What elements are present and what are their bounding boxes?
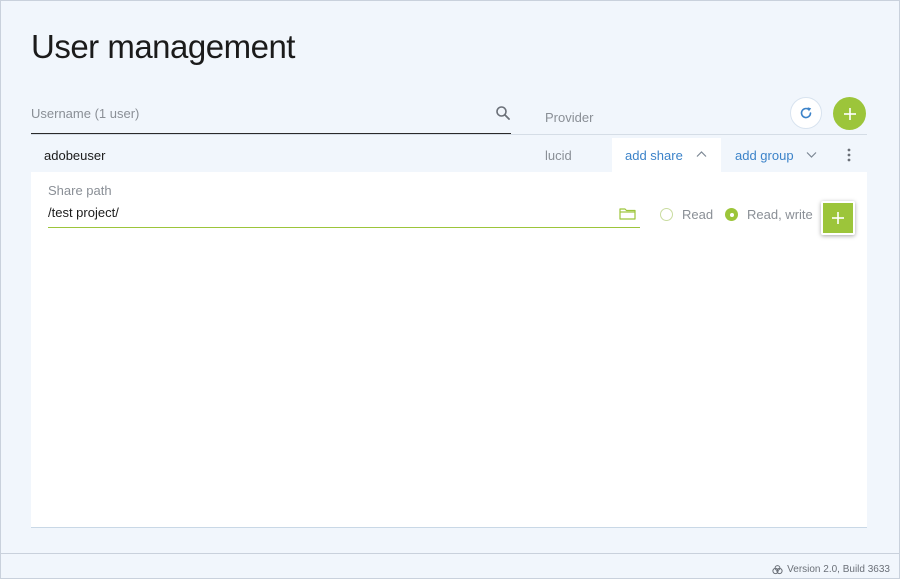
refresh-icon [800,107,812,119]
permission-read-radio[interactable]: Read [660,207,713,222]
folder-icon[interactable] [619,207,636,225]
search-icon[interactable] [495,105,511,121]
share-path-label: Share path [48,183,112,198]
add-user-button[interactable] [833,97,866,130]
permission-read-label: Read [682,207,714,222]
plus-icon [832,212,844,224]
share-path-field [48,201,640,228]
search-bar [31,96,511,134]
page-title: User management [31,28,295,65]
add-share-tab[interactable]: add share [612,138,721,172]
search-input[interactable] [31,96,481,130]
provider-column-header: Provider [545,110,594,125]
permission-read-write-label: Read, write [747,207,813,222]
user-provider: lucid [545,148,572,163]
share-path-input[interactable] [48,201,608,223]
add-share-button[interactable] [821,201,855,235]
more-options-icon[interactable] [841,147,857,163]
plus-icon [843,107,856,120]
radio-checked-icon [725,208,738,221]
radio-unchecked-icon [660,208,673,221]
footer-divider [0,553,900,554]
add-group-label: add group [735,148,794,163]
brand-logo-icon [772,564,783,574]
permission-read-write-radio[interactable]: Read, write [725,207,813,222]
chevron-up-icon [696,151,707,157]
add-share-panel: Share path Read Read, write [31,172,867,528]
refresh-button[interactable] [790,97,822,129]
add-group-tab[interactable]: add group [724,138,824,172]
user-name: adobeuser [44,148,106,163]
add-share-label: add share [625,148,683,163]
version-text: Version 2.0, Build 3633 [787,564,890,575]
table-row: adobeuser lucid add share add group [31,138,867,172]
version-info: Version 2.0, Build 3633 [772,564,890,575]
header-divider [31,134,867,135]
chevron-down-icon [806,152,817,158]
